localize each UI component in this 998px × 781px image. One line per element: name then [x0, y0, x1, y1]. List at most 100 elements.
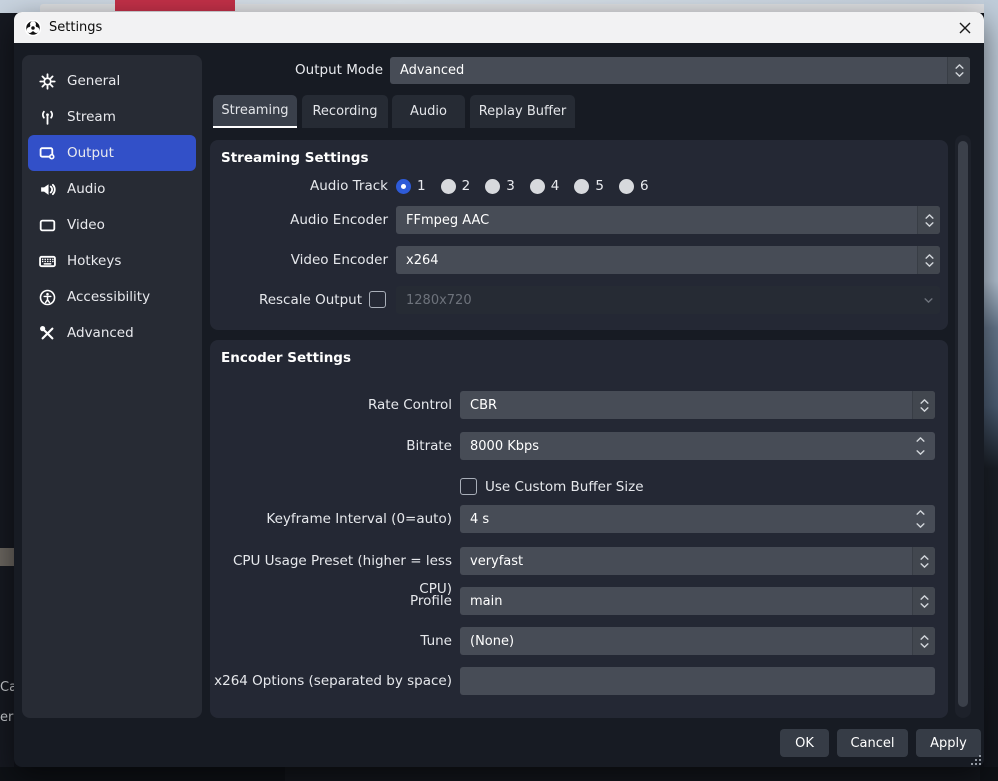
close-button[interactable]: [952, 15, 978, 40]
cancel-button[interactable]: Cancel: [837, 729, 908, 757]
sidebar-item-label: Stream: [67, 109, 116, 125]
video-encoder-row: Video Encoder x264: [210, 246, 948, 274]
radio-label: 6: [640, 178, 649, 194]
rescale-output-row: Rescale Output 1280x720: [210, 286, 948, 314]
audio-track-radio-2[interactable]: 2: [441, 178, 471, 194]
radio-label: 2: [462, 178, 471, 194]
bitrate-label: Bitrate: [210, 432, 452, 460]
x264-options-row: x264 Options (separated by space): [210, 667, 948, 695]
audio-track-radio-group: 1 2 3 4 5 6: [396, 172, 649, 200]
sidebar-item-output[interactable]: Output: [28, 135, 196, 171]
sidebar-item-advanced[interactable]: Advanced: [28, 315, 196, 351]
background-red-bar: [115, 0, 235, 11]
button-label: Cancel: [850, 736, 894, 751]
rate-control-select[interactable]: CBR: [460, 391, 935, 419]
tab-replay-buffer[interactable]: Replay Buffer: [470, 95, 575, 128]
rate-control-row: Rate Control CBR: [210, 391, 948, 419]
bitrate-spinbox[interactable]: 8000 Kbps: [460, 432, 935, 460]
sidebar-item-label: Audio: [67, 181, 105, 197]
audio-track-radio-5[interactable]: 5: [574, 178, 604, 194]
audio-encoder-select[interactable]: FFmpeg AAC: [396, 206, 940, 234]
gear-icon: [39, 73, 56, 90]
spinner-arrows-icon[interactable]: [909, 505, 932, 533]
tools-icon: [39, 325, 56, 342]
radio-icon: [530, 179, 545, 194]
tune-select[interactable]: (None): [460, 627, 935, 655]
sidebar-item-audio[interactable]: Audio: [28, 171, 196, 207]
bitrate-value: 8000 Kbps: [470, 439, 539, 454]
sidebar-item-label: Advanced: [67, 325, 134, 341]
output-mode-value: Advanced: [400, 63, 464, 78]
radio-label: 1: [417, 178, 426, 194]
x264-options-label: x264 Options (separated by space): [210, 667, 452, 695]
radio-icon: [441, 179, 456, 194]
audio-encoder-value: FFmpeg AAC: [406, 213, 489, 228]
chevron-up-down-icon[interactable]: [912, 547, 935, 575]
keyframe-interval-spinbox[interactable]: 4 s: [460, 505, 935, 533]
sidebar-item-accessibility[interactable]: Accessibility: [28, 279, 196, 315]
keyframe-interval-row: Keyframe Interval (0=auto) 4 s: [210, 505, 948, 533]
apply-button[interactable]: Apply: [916, 729, 981, 757]
sidebar-item-hotkeys[interactable]: Hotkeys: [28, 243, 196, 279]
spinner-arrows-icon[interactable]: [909, 432, 932, 460]
sidebar-item-label: Accessibility: [67, 289, 150, 305]
radio-icon: [485, 179, 500, 194]
chevron-up-down-icon[interactable]: [917, 206, 940, 234]
display-camera-icon: [39, 145, 56, 162]
output-mode-select[interactable]: Advanced: [390, 57, 970, 84]
resize-grip[interactable]: [971, 755, 981, 765]
accessibility-icon: [39, 289, 56, 306]
cpu-preset-label: CPU Usage Preset (higher = less CPU): [210, 547, 452, 575]
sidebar-item-label: Hotkeys: [67, 253, 121, 269]
desktop-background-right: [984, 0, 998, 781]
bitrate-row: Bitrate 8000 Kbps: [210, 432, 948, 460]
x264-options-input[interactable]: [460, 667, 935, 695]
custom-buffer-checkbox[interactable]: [460, 478, 477, 495]
chevron-up-down-icon[interactable]: [947, 57, 970, 84]
audio-track-radio-3[interactable]: 3: [485, 178, 515, 194]
vertical-scrollbar[interactable]: [955, 135, 971, 718]
encoder-settings-card: Encoder Settings Rate Control CBR Bitrat…: [210, 340, 948, 718]
chevron-up-down-icon[interactable]: [912, 391, 935, 419]
chevron-up-down-icon[interactable]: [912, 587, 935, 615]
chevron-up-down-icon[interactable]: [917, 246, 940, 274]
custom-buffer-row: Use Custom Buffer Size: [210, 473, 948, 501]
tab-label: Audio: [410, 104, 447, 119]
sidebar-item-general[interactable]: General: [28, 63, 196, 99]
background-text-fragment: er: [0, 710, 13, 725]
audio-track-radio-1[interactable]: 1: [396, 178, 426, 194]
profile-row: Profile main: [210, 587, 948, 615]
titlebar[interactable]: Settings: [14, 12, 984, 43]
sidebar-item-label: Output: [67, 145, 114, 161]
tab-streaming[interactable]: Streaming: [213, 95, 297, 128]
tab-label: Recording: [312, 104, 377, 119]
keyboard-icon: [39, 253, 56, 270]
radio-icon: [574, 179, 589, 194]
cpu-preset-select[interactable]: veryfast: [460, 547, 935, 575]
button-label: OK: [795, 736, 814, 751]
desktop-background-bottom-segment: [285, 767, 980, 781]
custom-buffer-label: Use Custom Buffer Size: [485, 473, 644, 501]
profile-select[interactable]: main: [460, 587, 935, 615]
sidebar-item-video[interactable]: Video: [28, 207, 196, 243]
profile-label: Profile: [210, 587, 452, 615]
window-title: Settings: [49, 20, 102, 35]
video-encoder-select[interactable]: x264: [396, 246, 940, 274]
sidebar-item-stream[interactable]: Stream: [28, 99, 196, 135]
scrollbar-thumb[interactable]: [958, 141, 968, 707]
button-label: Apply: [930, 736, 967, 751]
chevron-down-icon: [917, 286, 940, 314]
rate-control-label: Rate Control: [210, 391, 452, 419]
chevron-up-down-icon[interactable]: [912, 627, 935, 655]
video-encoder-label: Video Encoder: [210, 246, 388, 274]
rescale-output-checkbox[interactable]: [369, 291, 386, 308]
section-title: Streaming Settings: [221, 150, 369, 166]
tab-audio[interactable]: Audio: [392, 95, 465, 128]
tune-label: Tune: [210, 627, 452, 655]
rescale-resolution-select: 1280x720: [396, 286, 940, 314]
audio-track-radio-6[interactable]: 6: [619, 178, 649, 194]
tab-recording[interactable]: Recording: [302, 95, 388, 128]
ok-button[interactable]: OK: [780, 729, 829, 757]
audio-track-radio-4[interactable]: 4: [530, 178, 560, 194]
rescale-output-label: Rescale Output: [210, 286, 362, 314]
